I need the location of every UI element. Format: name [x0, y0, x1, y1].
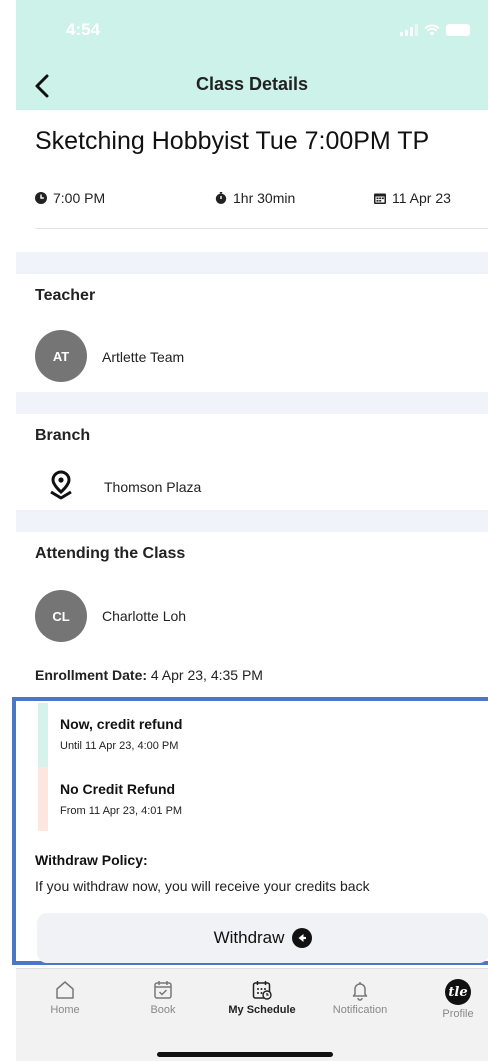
attendee-name: Charlotte Loh — [102, 608, 187, 624]
withdraw-arrow-icon — [292, 928, 313, 948]
tab-notification-label: Notification — [332, 1004, 388, 1016]
branch-name: Thomson Plaza — [104, 479, 202, 495]
teacher-avatar: AT — [35, 330, 87, 382]
signal-icon — [400, 24, 418, 36]
profile-logo-icon: tle — [445, 979, 471, 1005]
section-gap — [16, 510, 488, 532]
page-title: Class Details — [195, 74, 309, 94]
calendar-icon — [374, 193, 386, 204]
class-title: Sketching Hobbyist Tue 7:00PM TP — [35, 127, 430, 155]
withdraw-button[interactable]: Withdraw — [37, 913, 488, 963]
status-icons — [400, 24, 470, 36]
battery-icon — [446, 24, 470, 36]
class-time-text: 7:00 PM — [53, 190, 106, 206]
stopwatch-icon — [215, 192, 227, 204]
home-icon — [56, 981, 74, 999]
class-date-text: 11 Apr 23 — [392, 190, 451, 206]
bell-icon — [352, 982, 368, 1001]
status-time: 4:54 — [66, 20, 101, 39]
location-pin-icon — [50, 470, 72, 500]
tab-book-label: Book — [150, 1004, 176, 1016]
nav-bar: Class Details — [16, 62, 488, 110]
tab-profile-label: Profile — [442, 1008, 474, 1020]
clock-icon — [35, 192, 47, 204]
class-info-row: 7:00 PM 1hr 30min 11 Apr 23 — [16, 182, 488, 214]
attendee-avatar: CL — [35, 590, 87, 642]
enrollment-date: Enrollment Date: 4 Apr 23, 4:35 PM — [35, 667, 263, 683]
section-gap — [16, 392, 488, 414]
enrollment-label: Enrollment Date: — [35, 667, 148, 683]
tab-my-schedule[interactable]: My Schedule — [222, 979, 302, 1016]
tab-my-schedule-label: My Schedule — [228, 1004, 296, 1016]
home-indicator — [157, 1052, 333, 1057]
tab-profile[interactable]: tle Profile — [418, 979, 488, 1020]
tab-book[interactable]: Book — [123, 979, 203, 1016]
enrollment-value: 4 Apr 23, 4:35 PM — [147, 667, 263, 683]
status-bar: 4:54 — [16, 0, 488, 62]
divider — [35, 228, 488, 229]
withdraw-label: Withdraw — [213, 928, 285, 947]
class-time: 7:00 PM — [35, 190, 105, 206]
class-duration: 1hr 30min — [215, 190, 295, 206]
class-duration-text: 1hr 30min — [233, 190, 296, 206]
tab-notification[interactable]: Notification — [320, 979, 400, 1016]
calendar-check-icon — [154, 981, 172, 999]
attendee-heading: Attending the Class — [35, 545, 186, 562]
branch-heading: Branch — [35, 427, 91, 444]
wifi-icon — [424, 24, 440, 36]
bottom-tab-bar: Home Book My Schedule Notification tle P… — [16, 968, 488, 1061]
teacher-name: Artlette Team — [102, 349, 185, 365]
schedule-icon — [252, 981, 272, 1000]
teacher-heading: Teacher — [35, 287, 96, 304]
class-date: 11 Apr 23 — [374, 190, 451, 206]
section-gap — [16, 252, 488, 274]
tab-home[interactable]: Home — [25, 979, 105, 1016]
tab-home-label: Home — [50, 1004, 80, 1016]
